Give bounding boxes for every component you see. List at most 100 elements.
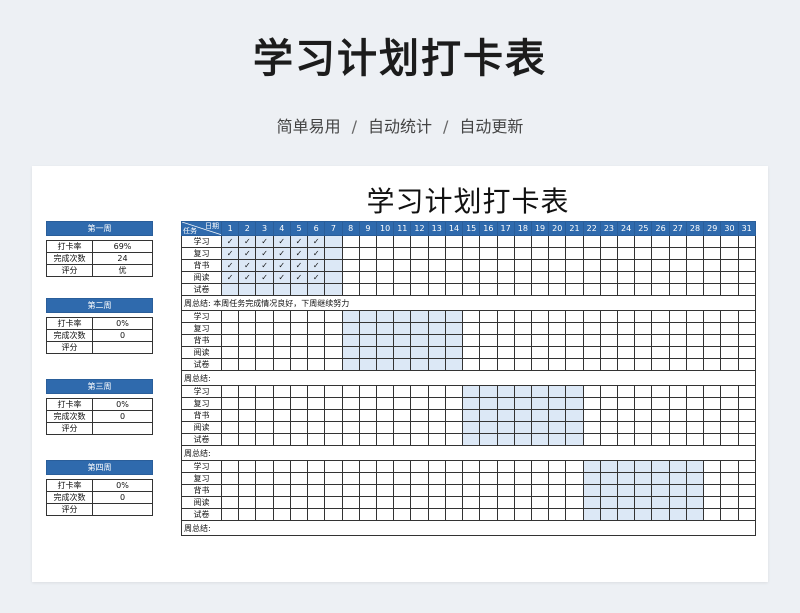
checkin-cell[interactable] <box>444 508 464 521</box>
checkin-cell[interactable] <box>324 235 343 248</box>
checkin-cell[interactable] <box>479 484 498 497</box>
checkin-cell[interactable] <box>462 283 481 296</box>
checkin-cell[interactable] <box>599 259 619 272</box>
checkin-cell[interactable] <box>737 472 756 485</box>
checkin-cell[interactable] <box>617 409 636 422</box>
checkin-cell[interactable] <box>255 484 274 497</box>
checkin-cell[interactable] <box>324 247 343 260</box>
checkin-cell[interactable] <box>599 484 619 497</box>
checkin-cell[interactable] <box>272 283 291 296</box>
checkin-cell[interactable] <box>548 310 567 323</box>
checkin-cell[interactable] <box>324 271 343 284</box>
checkin-cell[interactable] <box>427 484 446 497</box>
checkin-cell[interactable] <box>393 421 412 434</box>
checkin-cell[interactable] <box>737 433 756 446</box>
checkin-cell[interactable] <box>444 397 464 410</box>
checkin-cell[interactable]: ✓ <box>255 271 274 284</box>
checkin-cell[interactable] <box>272 334 291 347</box>
checkin-cell[interactable] <box>307 484 326 497</box>
checkin-cell[interactable] <box>220 310 240 323</box>
checkin-cell[interactable] <box>565 235 584 248</box>
checkin-cell[interactable] <box>634 385 653 398</box>
checkin-cell[interactable]: ✓ <box>289 235 309 248</box>
checkin-cell[interactable] <box>238 409 257 422</box>
checkin-cell[interactable] <box>668 247 687 260</box>
checkin-cell[interactable] <box>703 247 722 260</box>
checkin-cell[interactable]: ✓ <box>272 271 291 284</box>
checkin-cell[interactable] <box>565 358 584 371</box>
checkin-cell[interactable] <box>703 460 722 473</box>
checkin-cell[interactable] <box>479 421 498 434</box>
checkin-cell[interactable] <box>548 421 567 434</box>
checkin-cell[interactable] <box>599 346 619 359</box>
checkin-cell[interactable] <box>479 433 498 446</box>
checkin-cell[interactable] <box>272 358 291 371</box>
checkin-cell[interactable] <box>341 472 360 485</box>
checkin-cell[interactable] <box>410 259 429 272</box>
checkin-cell[interactable] <box>651 346 670 359</box>
checkin-cell[interactable] <box>444 421 464 434</box>
checkin-cell[interactable] <box>565 322 584 335</box>
checkin-cell[interactable] <box>720 283 739 296</box>
checkin-cell[interactable] <box>634 235 653 248</box>
checkin-cell[interactable] <box>375 271 395 284</box>
checkin-cell[interactable] <box>220 397 240 410</box>
checkin-cell[interactable] <box>685 433 705 446</box>
checkin-cell[interactable] <box>462 472 481 485</box>
checkin-cell[interactable] <box>668 358 687 371</box>
checkin-cell[interactable] <box>737 259 756 272</box>
checkin-cell[interactable] <box>410 334 429 347</box>
checkin-cell[interactable] <box>651 421 670 434</box>
checkin-cell[interactable] <box>685 247 705 260</box>
checkin-cell[interactable] <box>513 472 532 485</box>
checkin-cell[interactable] <box>617 421 636 434</box>
checkin-cell[interactable] <box>238 358 257 371</box>
checkin-cell[interactable] <box>530 358 550 371</box>
checkin-cell[interactable] <box>685 409 705 422</box>
checkin-cell[interactable] <box>289 358 309 371</box>
checkin-cell[interactable] <box>720 385 739 398</box>
checkin-cell[interactable] <box>720 358 739 371</box>
checkin-cell[interactable] <box>565 484 584 497</box>
checkin-cell[interactable] <box>548 271 567 284</box>
checkin-cell[interactable] <box>410 496 429 509</box>
checkin-cell[interactable] <box>720 484 739 497</box>
checkin-cell[interactable] <box>375 397 395 410</box>
checkin-cell[interactable] <box>513 508 532 521</box>
checkin-cell[interactable] <box>307 409 326 422</box>
checkin-cell[interactable] <box>565 421 584 434</box>
checkin-cell[interactable] <box>599 358 619 371</box>
checkin-cell[interactable] <box>255 421 274 434</box>
checkin-cell[interactable] <box>548 409 567 422</box>
checkin-cell[interactable] <box>289 409 309 422</box>
checkin-cell[interactable] <box>599 472 619 485</box>
checkin-cell[interactable] <box>737 421 756 434</box>
checkin-cell[interactable] <box>289 472 309 485</box>
checkin-cell[interactable] <box>513 271 532 284</box>
checkin-cell[interactable] <box>427 283 446 296</box>
checkin-cell[interactable] <box>358 484 377 497</box>
checkin-cell[interactable] <box>668 310 687 323</box>
checkin-cell[interactable] <box>737 460 756 473</box>
checkin-cell[interactable] <box>479 322 498 335</box>
checkin-cell[interactable] <box>617 385 636 398</box>
checkin-cell[interactable] <box>410 235 429 248</box>
checkin-cell[interactable] <box>737 247 756 260</box>
checkin-cell[interactable] <box>513 433 532 446</box>
checkin-cell[interactable] <box>599 247 619 260</box>
checkin-cell[interactable] <box>617 472 636 485</box>
checkin-cell[interactable] <box>272 484 291 497</box>
checkin-cell[interactable] <box>255 346 274 359</box>
checkin-cell[interactable] <box>668 433 687 446</box>
checkin-cell[interactable] <box>341 484 360 497</box>
checkin-cell[interactable] <box>289 484 309 497</box>
checkin-cell[interactable] <box>599 433 619 446</box>
checkin-cell[interactable] <box>685 322 705 335</box>
checkin-cell[interactable] <box>462 322 481 335</box>
checkin-cell[interactable] <box>444 385 464 398</box>
checkin-cell[interactable] <box>548 496 567 509</box>
checkin-cell[interactable] <box>668 397 687 410</box>
checkin-cell[interactable] <box>513 247 532 260</box>
checkin-cell[interactable] <box>737 496 756 509</box>
checkin-cell[interactable] <box>272 322 291 335</box>
